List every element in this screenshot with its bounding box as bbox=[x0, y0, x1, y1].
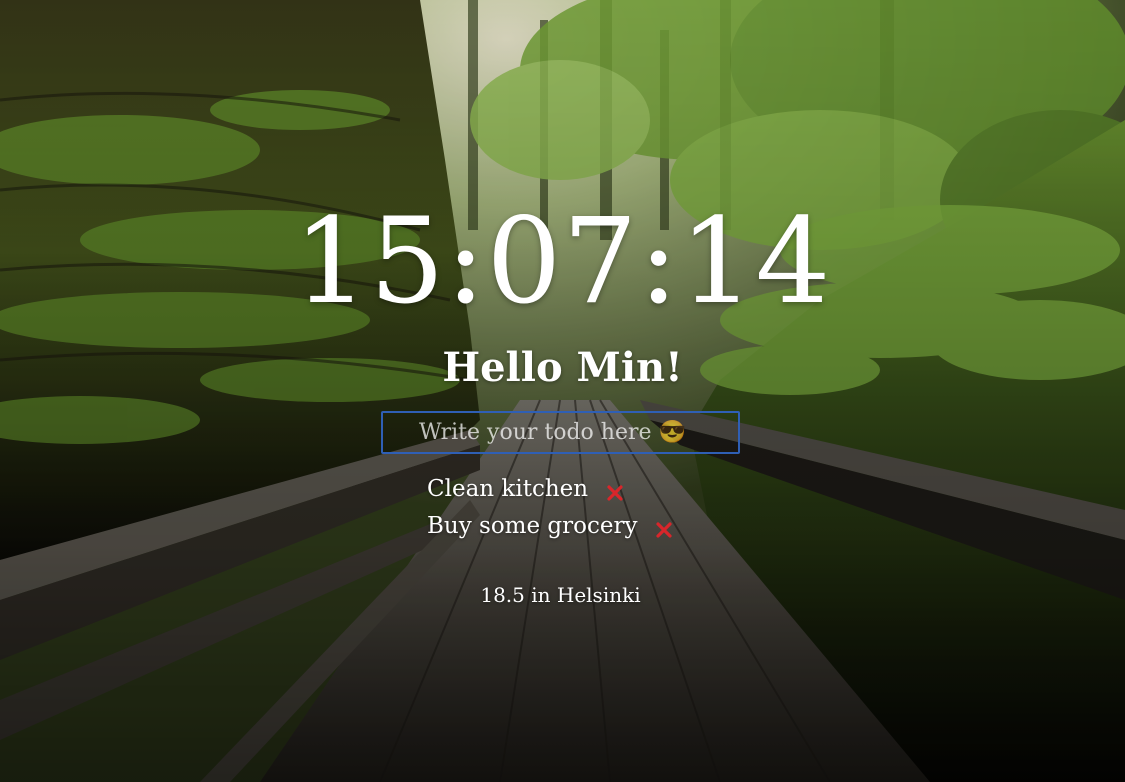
todo-item: Buy some grocery bbox=[427, 507, 673, 544]
todo-item: Clean kitchen bbox=[427, 470, 673, 507]
clock-time: 15:07:14 bbox=[293, 192, 832, 330]
todo-input[interactable] bbox=[381, 411, 740, 454]
todo-form bbox=[381, 411, 740, 454]
todo-list: Clean kitchen Buy some grocery bbox=[427, 470, 673, 544]
delete-todo-button[interactable] bbox=[655, 521, 673, 539]
todo-item-text: Clean kitchen bbox=[427, 475, 589, 502]
todo-item-text: Buy some grocery bbox=[427, 512, 638, 539]
close-x-icon bbox=[656, 521, 673, 538]
greeting-heading: Hello Min! bbox=[442, 344, 683, 391]
weather-info: 18.5 in Helsinki bbox=[480, 583, 641, 607]
close-x-icon bbox=[607, 484, 623, 501]
delete-todo-button[interactable] bbox=[606, 484, 624, 502]
